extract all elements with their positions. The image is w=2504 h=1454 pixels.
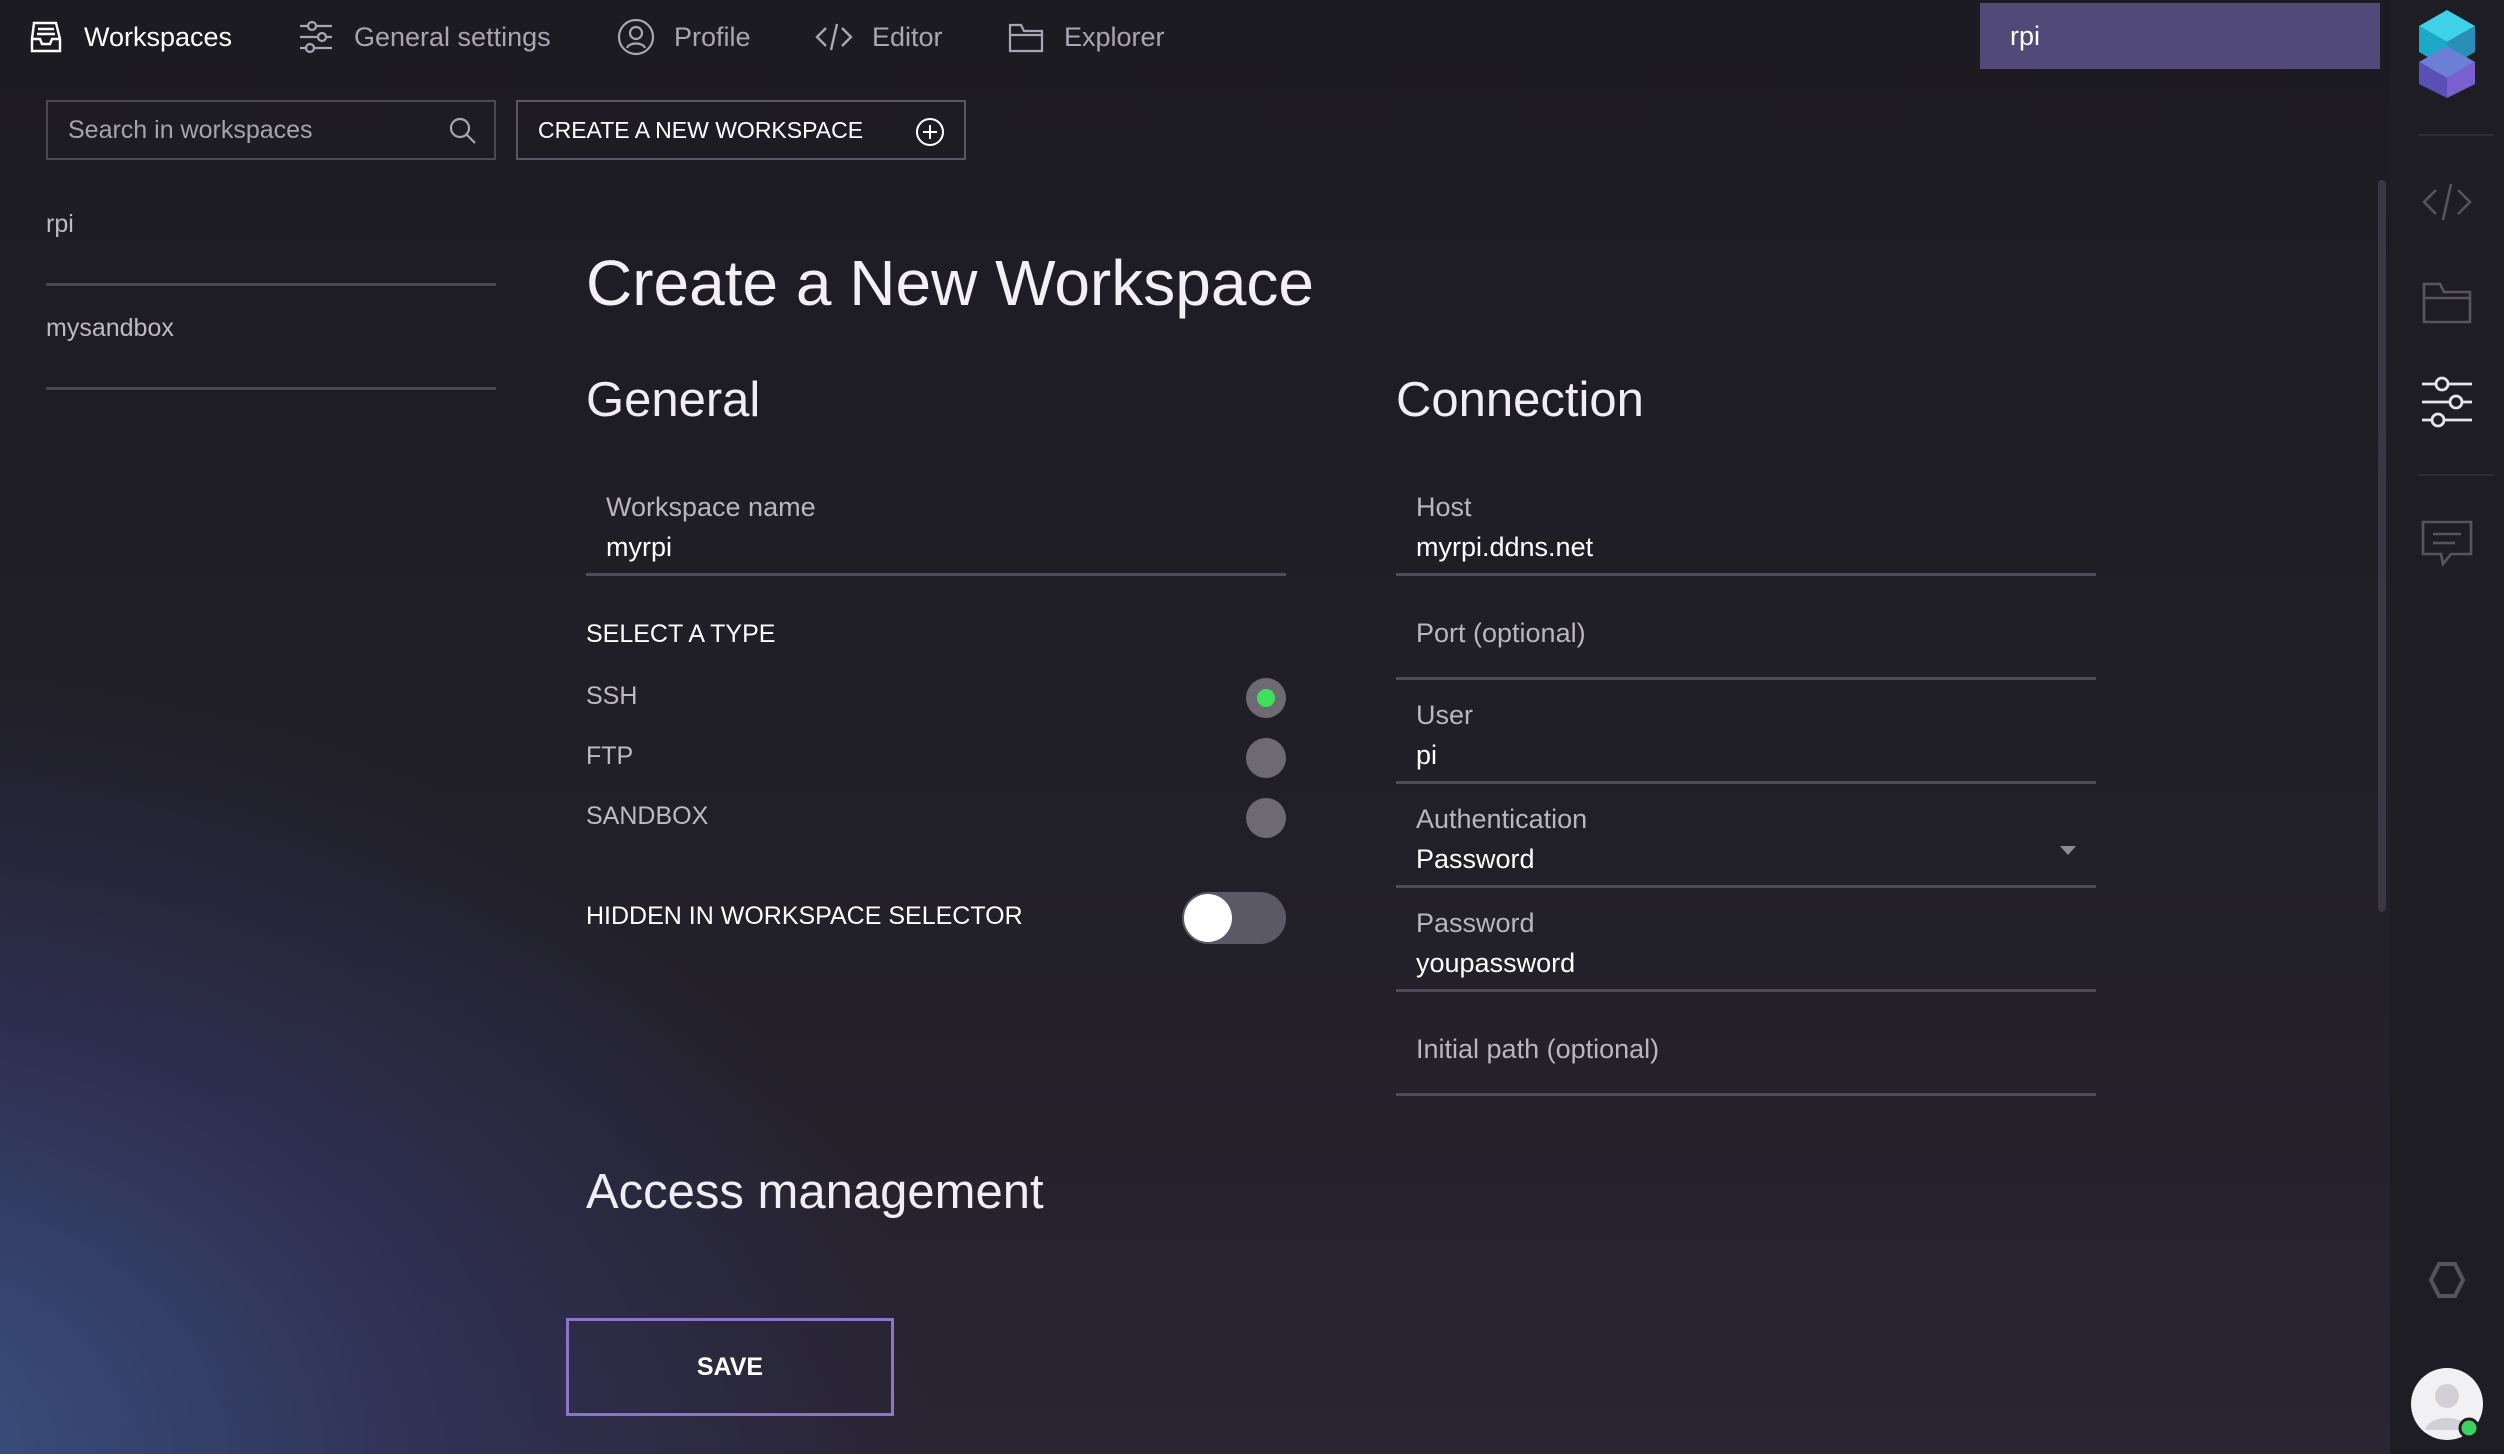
rail-chat-button[interactable] [2390, 518, 2504, 570]
host-label: Host [1416, 492, 1472, 522]
port-field[interactable]: Port (optional) [1396, 576, 2096, 680]
nav-general-settings[interactable]: General settings [296, 0, 551, 74]
workspace-list-item-label: rpi [46, 210, 74, 238]
authentication-label: Authentication [1416, 804, 1588, 834]
nav-profile-label: Profile [674, 21, 751, 52]
nav-workspaces-label: Workspaces [84, 21, 233, 52]
type-option-label: SANDBOX [586, 802, 709, 830]
nav-editor[interactable]: Editor [814, 0, 943, 74]
profile-icon [617, 18, 655, 56]
user-field[interactable]: User pi [1396, 680, 2096, 784]
caret-down-icon[interactable] [2060, 846, 2076, 855]
nav-explorer-label: Explorer [1064, 21, 1165, 52]
host-value: myrpi.ddns.net [1416, 532, 1594, 562]
folder-icon [2422, 282, 2472, 324]
workspace-list-item[interactable]: mysandbox [46, 300, 496, 390]
cube-logo-icon [2419, 10, 2475, 98]
hidden-in-selector-label: HIDDEN IN WORKSPACE SELECTOR [586, 902, 1023, 930]
top-nav: Workspaces General settings Profile Edit… [0, 0, 2390, 74]
rail-status-button[interactable] [2390, 1260, 2504, 1300]
radio-sandbox[interactable] [1246, 798, 1286, 838]
initial-path-label: Initial path (optional) [1416, 1034, 1660, 1064]
rail-explorer-button[interactable] [2390, 276, 2504, 326]
radio-ssh[interactable] [1246, 678, 1286, 718]
hexagon-icon [2428, 1262, 2466, 1298]
user-label: User [1416, 700, 1474, 730]
nav-workspaces[interactable]: Workspaces [26, 0, 232, 74]
type-option-sandbox[interactable]: SANDBOX [586, 792, 1286, 842]
type-option-ftp[interactable]: FTP [586, 732, 1286, 782]
code-icon [2422, 183, 2472, 221]
page-title: Create a New Workspace [586, 247, 1314, 319]
main-scrollbar[interactable] [2378, 180, 2386, 912]
section-general-heading: General [586, 373, 761, 427]
workspace-selector[interactable]: rpi [1980, 3, 2380, 69]
plus-circle-icon [914, 116, 946, 154]
nav-editor-label: Editor [872, 21, 943, 52]
select-type-heading: SELECT A TYPE [586, 620, 776, 648]
rail-editor-button[interactable] [2390, 180, 2504, 224]
sliders-icon [300, 20, 332, 54]
rail-divider [2418, 134, 2494, 136]
nav-profile[interactable]: Profile [616, 0, 751, 74]
sliders-icon [2422, 376, 2472, 428]
password-field[interactable]: Password youpassword [1396, 888, 2096, 992]
workspace-search [46, 100, 496, 160]
workspace-selector-value: rpi [2010, 20, 2041, 51]
chat-icon [2421, 520, 2473, 567]
app-logo [2390, 8, 2504, 98]
authentication-select[interactable]: Authentication Password [1396, 784, 2096, 888]
port-label: Port (optional) [1416, 618, 1586, 648]
workspace-name-field[interactable]: Workspace name myrpi [586, 472, 1286, 576]
save-button[interactable]: SAVE [566, 1318, 894, 1416]
workspace-name-label: Workspace name [606, 492, 816, 522]
create-workspace-button[interactable]: CREATE A NEW WORKSPACE [516, 100, 966, 160]
code-icon [815, 23, 853, 51]
nav-general-settings-label: General settings [354, 21, 551, 52]
folder-icon [1008, 23, 1044, 53]
workspace-list-item-label: mysandbox [46, 314, 174, 342]
type-option-label: SSH [586, 682, 638, 710]
section-access-heading: Access management [586, 1165, 1044, 1219]
host-field[interactable]: Host myrpi.ddns.net [1396, 472, 2096, 576]
right-rail [2390, 0, 2504, 1454]
workspace-name-value: myrpi [606, 532, 672, 562]
workspace-list-item[interactable]: rpi [46, 196, 496, 286]
toggle-knob [1184, 894, 1232, 942]
authentication-value: Password [1416, 844, 1535, 874]
radio-ftp[interactable] [1246, 738, 1286, 778]
avatar-icon [2411, 1368, 2483, 1440]
search-input[interactable] [48, 115, 438, 145]
rail-settings-button[interactable] [2390, 374, 2504, 430]
section-connection-heading: Connection [1396, 373, 1644, 427]
rail-divider [2418, 474, 2494, 476]
search-icon[interactable] [448, 116, 478, 151]
password-value: youpassword [1416, 948, 1576, 978]
type-option-label: FTP [586, 742, 634, 770]
initial-path-field[interactable]: Initial path (optional) [1396, 992, 2096, 1096]
workspaces-icon [30, 21, 62, 53]
user-value: pi [1416, 740, 1438, 770]
password-label: Password [1416, 908, 1535, 938]
nav-explorer[interactable]: Explorer [1006, 0, 1165, 74]
create-workspace-label: CREATE A NEW WORKSPACE [538, 116, 864, 143]
user-avatar[interactable] [2390, 1366, 2504, 1442]
hidden-in-selector-toggle[interactable] [1182, 892, 1286, 944]
type-option-ssh[interactable]: SSH [586, 672, 1286, 722]
